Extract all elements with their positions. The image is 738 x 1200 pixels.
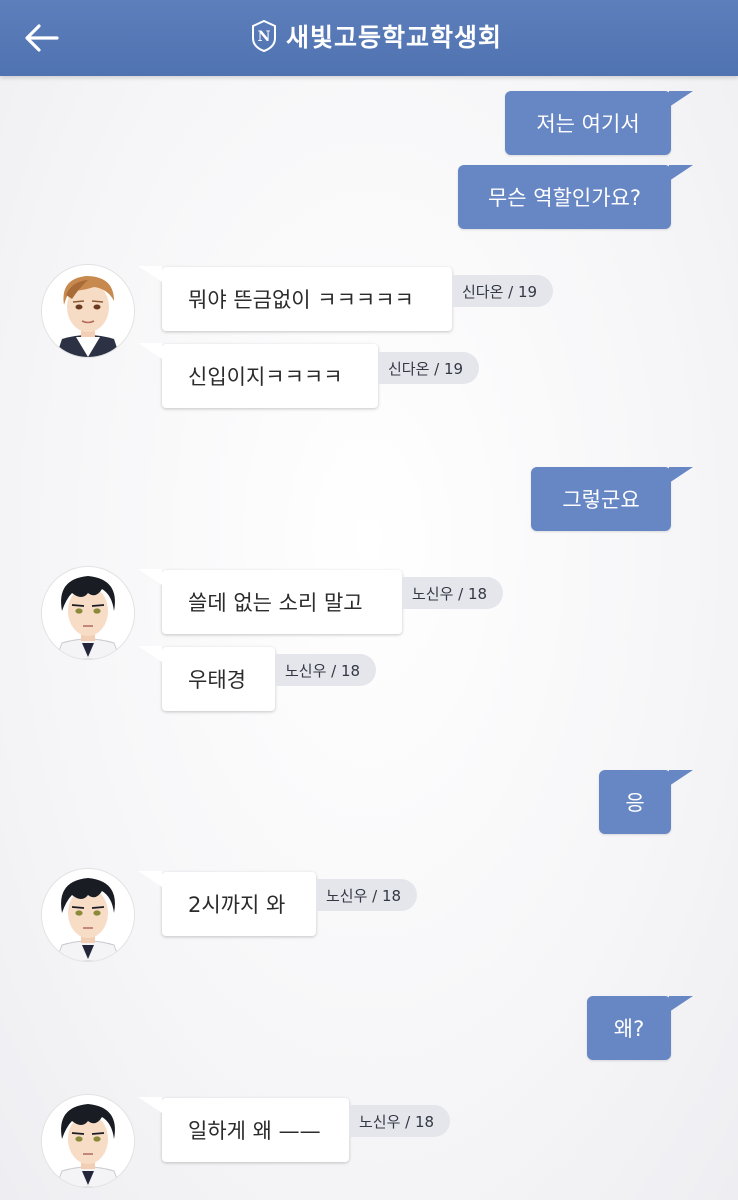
character-portrait	[42, 567, 134, 659]
emblem-letter: N	[258, 29, 271, 45]
chat-title: 새빛고등학교학생회	[286, 23, 503, 52]
incoming-message[interactable]: 뭐야 뜬금없이 ㅋㅋㅋㅋㅋ	[138, 266, 452, 331]
outgoing-message[interactable]: 왜?	[587, 996, 693, 1060]
bubble-tail	[138, 871, 162, 887]
bubble-tail	[669, 467, 693, 483]
message-text: 저는 여기서	[536, 112, 640, 136]
sender-tag: 노신우 / 18	[316, 879, 418, 911]
message-text: 무슨 역할인가요?	[487, 186, 642, 210]
bubble-tail	[138, 569, 162, 585]
message-text: 왜?	[613, 1017, 645, 1041]
sender-tag: 노신우 / 18	[402, 577, 504, 609]
incoming-message[interactable]: 우태경	[138, 646, 275, 711]
sender-tag: 신다온 / 19	[452, 275, 554, 307]
school-emblem-icon: N	[252, 19, 276, 53]
character-portrait	[42, 265, 134, 357]
message-text: 뭐야 뜬금없이 ㅋㅋㅋㅋㅋ	[188, 288, 414, 312]
bubble-tail	[669, 91, 693, 107]
avatar-nosinwoo[interactable]	[41, 566, 135, 660]
avatar-sindaon[interactable]	[41, 264, 135, 358]
outgoing-message[interactable]: 응	[599, 770, 693, 834]
character-portrait	[42, 869, 134, 961]
message-text: 쓸데 없는 소리 말고	[188, 591, 363, 615]
outgoing-message[interactable]: 저는 여기서	[505, 91, 693, 155]
bubble-tail	[138, 1097, 162, 1113]
app-header: N 새빛고등학교학생회	[0, 0, 738, 76]
incoming-message[interactable]: 쓸데 없는 소리 말고	[138, 569, 402, 634]
avatar-nosinwoo[interactable]	[41, 1094, 135, 1188]
message-text: 그렇군요	[562, 488, 640, 512]
bubble-tail	[138, 266, 162, 282]
bubble-tail	[138, 343, 162, 359]
message-text: 일하게 왜 ——	[188, 1119, 321, 1143]
message-text: 신입이지ㅋㅋㅋㅋ	[188, 365, 343, 389]
message-text: 우태경	[188, 668, 246, 692]
character-portrait	[42, 1095, 134, 1187]
back-arrow-icon[interactable]	[22, 18, 62, 58]
bubble-tail	[669, 770, 693, 786]
incoming-message[interactable]: 신입이지ㅋㅋㅋㅋ	[138, 343, 378, 408]
sender-tag: 노신우 / 18	[275, 654, 377, 686]
bubble-tail	[138, 646, 162, 662]
avatar-nosinwoo[interactable]	[41, 868, 135, 962]
sender-tag: 신다온 / 19	[378, 352, 480, 384]
outgoing-message[interactable]: 무슨 역할인가요?	[458, 165, 693, 229]
bubble-tail	[669, 165, 693, 181]
outgoing-message[interactable]: 그렇군요	[531, 467, 693, 531]
message-text: 응	[625, 791, 645, 815]
bubble-tail	[669, 996, 693, 1012]
incoming-message[interactable]: 일하게 왜 ——	[138, 1097, 349, 1162]
header-title-group: N 새빛고등학교학생회	[250, 16, 502, 56]
incoming-message[interactable]: 2시까지 와	[138, 871, 316, 936]
message-text: 2시까지 와	[188, 893, 286, 917]
sender-tag: 노신우 / 18	[349, 1105, 451, 1137]
